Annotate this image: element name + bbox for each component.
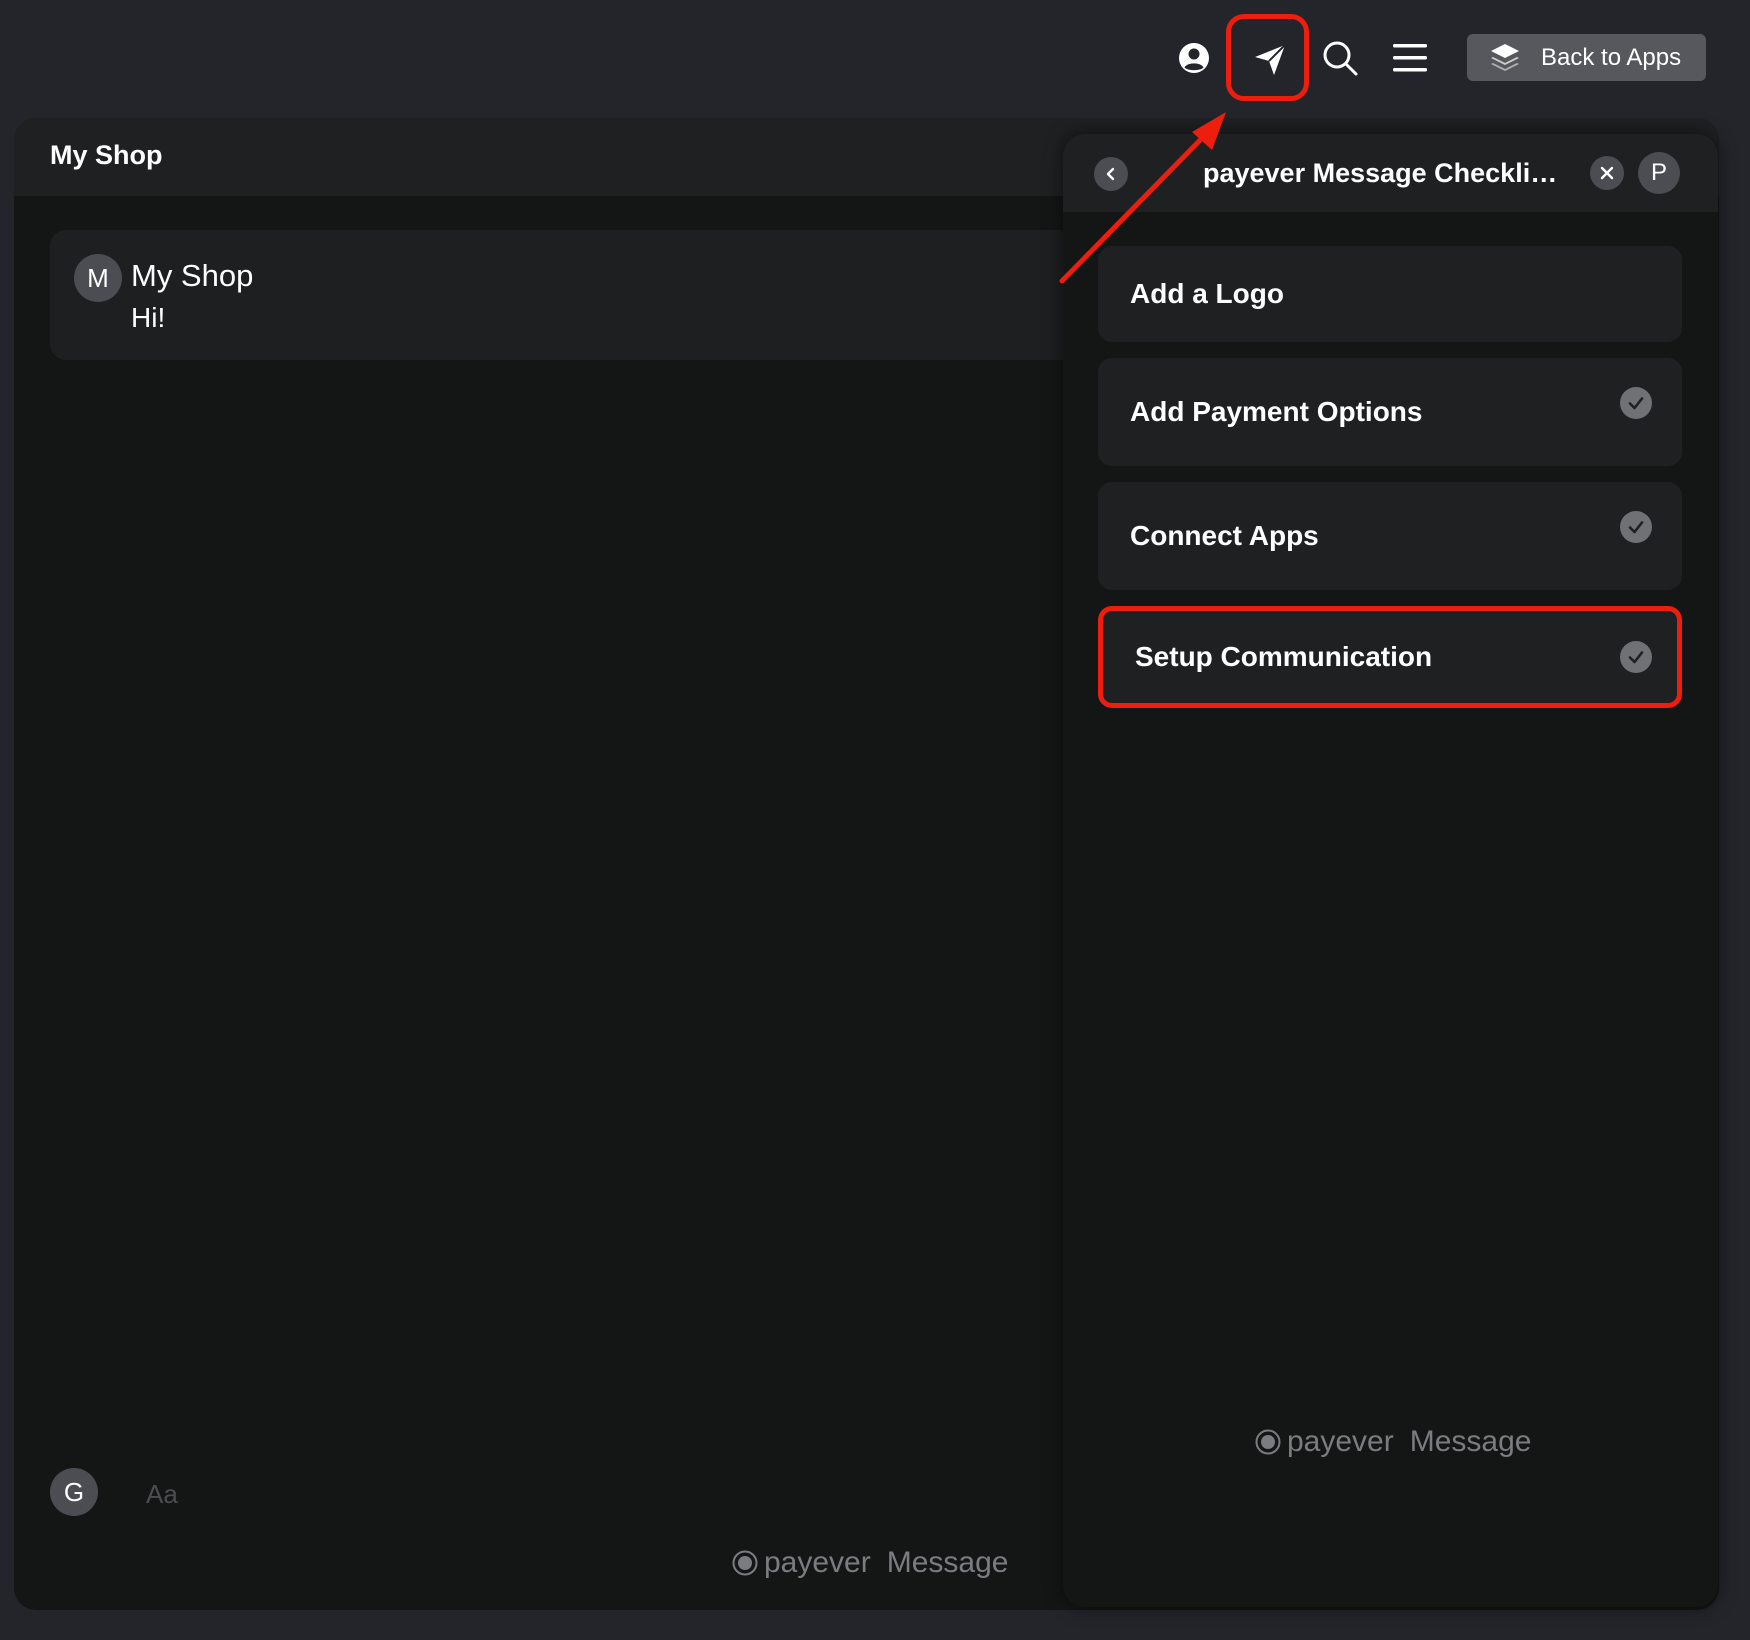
- checkmark-icon: [1620, 511, 1652, 543]
- checkmark-icon: [1620, 641, 1652, 673]
- checklist-title: payever Message Checklis...: [1203, 158, 1563, 188]
- close-icon[interactable]: [1590, 156, 1624, 190]
- checklist-panel: payever Message Checklis... P Add a Logo…: [1063, 134, 1718, 1607]
- back-to-apps-label: Back to Apps: [1541, 43, 1682, 71]
- brand-logo: payever Message: [1255, 1425, 1531, 1459]
- chat-last-message: Hi!: [131, 302, 166, 333]
- back-to-apps-button[interactable]: Back to Apps: [1467, 34, 1706, 81]
- checkmark-icon: [1620, 387, 1652, 419]
- send-icon[interactable]: [1226, 14, 1314, 106]
- brand-logo: payever Message: [732, 1546, 1008, 1580]
- page-title: My Shop: [50, 140, 163, 170]
- brand-name: payever: [764, 1546, 871, 1579]
- brand-name: payever: [1287, 1425, 1394, 1458]
- chevron-left-icon[interactable]: [1094, 157, 1128, 191]
- search-icon[interactable]: [1318, 36, 1362, 80]
- checklist-item-connect-apps[interactable]: Connect Apps: [1098, 482, 1682, 590]
- layers-icon: [1489, 42, 1521, 74]
- menu-icon[interactable]: [1390, 38, 1430, 78]
- user-circle-icon[interactable]: [1174, 38, 1214, 78]
- payever-logo-icon: [732, 1550, 758, 1576]
- checklist-header: payever Message Checklis... P: [1063, 134, 1718, 212]
- brand-product: Message: [886, 1546, 1009, 1579]
- chat-name: My Shop: [131, 258, 254, 293]
- brand-product: Message: [1409, 1425, 1532, 1458]
- checklist-item-label: Add a Logo: [1130, 278, 1284, 309]
- checklist-item-label: Setup Communication: [1135, 641, 1433, 672]
- top-bar: Back to Apps: [0, 0, 1750, 115]
- payever-logo-icon: [1255, 1429, 1281, 1455]
- message-input[interactable]: [144, 1473, 648, 1515]
- avatar[interactable]: P: [1638, 152, 1680, 194]
- checklist: Add a Logo Add Payment Options Connect A…: [1098, 246, 1682, 724]
- checklist-item-add-payment-options[interactable]: Add Payment Options: [1098, 358, 1682, 466]
- checklist-item-setup-communication[interactable]: Setup Communication: [1098, 606, 1682, 708]
- checklist-item-add-logo[interactable]: Add a Logo: [1098, 246, 1682, 342]
- composer-avatar[interactable]: G: [50, 1468, 98, 1516]
- chat-list-item[interactable]: M My Shop Hi!: [50, 230, 1090, 360]
- avatar: M: [74, 254, 122, 302]
- checklist-item-label: Connect Apps: [1130, 520, 1319, 551]
- checklist-item-label: Add Payment Options: [1130, 396, 1423, 427]
